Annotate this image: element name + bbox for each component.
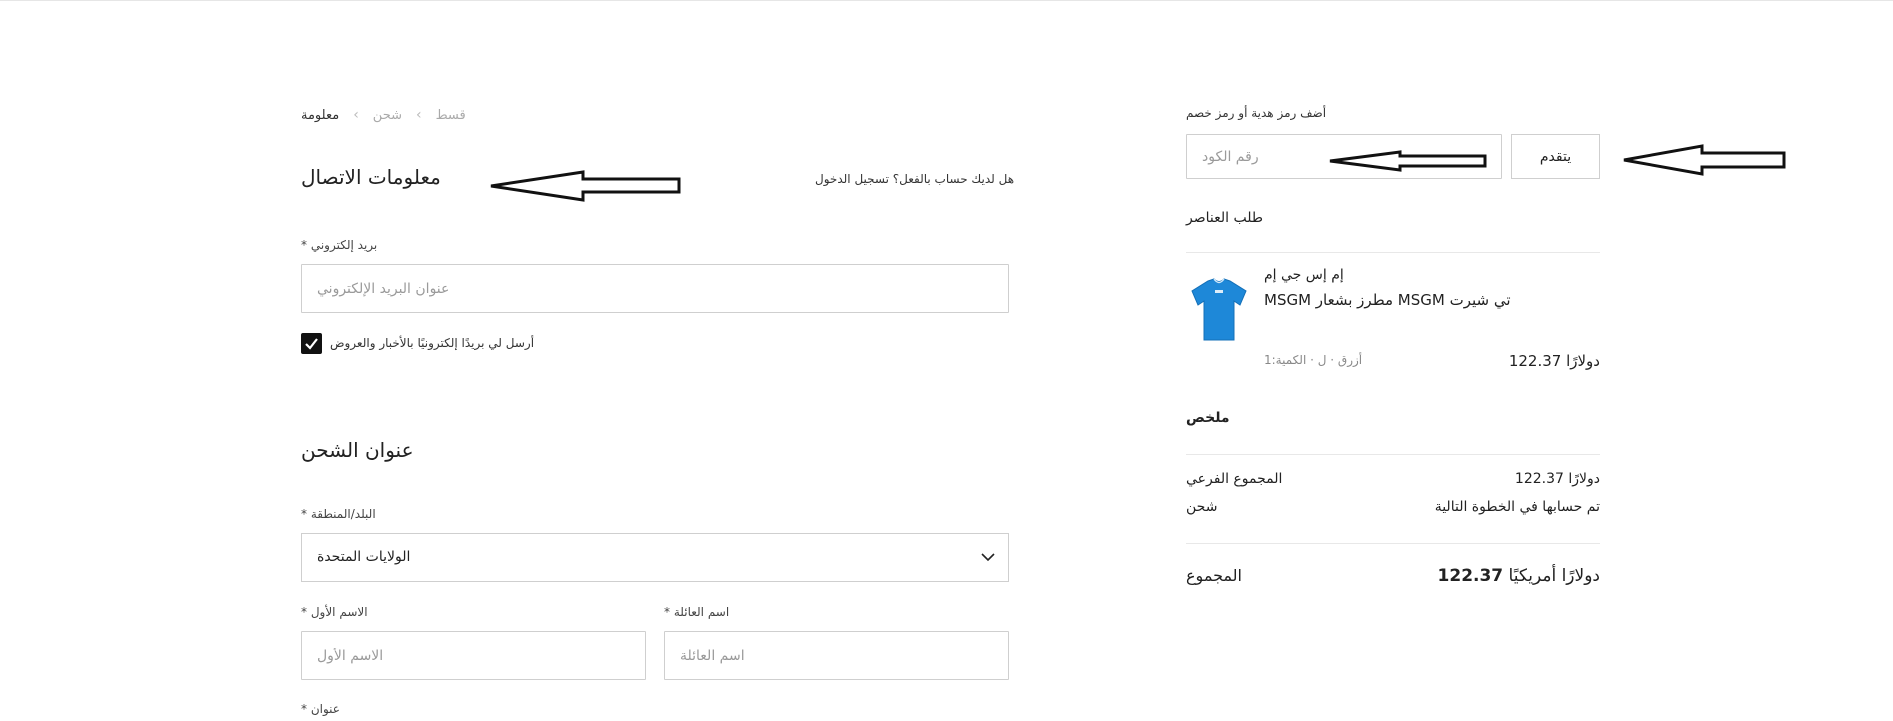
total-currency: دولارًا أمريكيًا — [1508, 566, 1600, 586]
last-name-field[interactable] — [664, 631, 1009, 680]
first-name-input[interactable] — [302, 632, 645, 679]
annotation-arrow-icon — [1329, 150, 1487, 172]
product-name[interactable]: MSGM مطرز بشعار MSGM تي شيرت — [1264, 291, 1511, 309]
shipping-title: عنوان الشحن — [301, 438, 414, 462]
total-amount: 122.37 — [1437, 566, 1504, 586]
contact-title: معلومات الاتصال — [301, 165, 441, 189]
newsletter-label: أرسل لي بريدًا إلكترونيًا بالأخبار والعر… — [330, 336, 535, 350]
first-name-field[interactable] — [301, 631, 646, 680]
first-name-label: * الاسم الأول — [301, 605, 368, 619]
email-field[interactable] — [301, 264, 1009, 313]
login-link[interactable]: هل لديك حساب بالفعل؟ تسجيل الدخول — [815, 172, 1014, 186]
order-items-title: طلب العناصر — [1186, 210, 1263, 226]
country-label: * البلد/المنطقة — [301, 507, 376, 521]
address-label: * عنوان — [301, 702, 340, 716]
country-value: الولايات المتحدة — [317, 549, 411, 565]
check-icon — [305, 338, 318, 350]
top-divider — [0, 0, 1893, 1]
email-input[interactable] — [302, 265, 1008, 312]
breadcrumb-step-information[interactable]: معلومة — [301, 108, 339, 123]
last-name-input[interactable] — [665, 632, 1008, 679]
product-meta: أزرق · ل · الكمية:1 — [1264, 353, 1363, 367]
subtotal-value: دولارًا 122.37 — [1514, 471, 1600, 487]
subtotal-label: المجموع الفرعي — [1186, 471, 1283, 487]
total-value: دولارًا أمريكيًا 122.37 — [1438, 566, 1600, 586]
tshirt-product-image[interactable] — [1190, 278, 1248, 342]
total-label: المجموع — [1186, 566, 1242, 585]
shipping-cost-value: تم حسابها في الخطوة التالية — [1434, 499, 1600, 515]
summary-title: ملخص — [1186, 410, 1230, 426]
divider — [1186, 252, 1600, 253]
product-brand: إم إس جي إم — [1264, 267, 1344, 283]
annotation-arrow-icon — [1623, 144, 1786, 176]
newsletter-checkbox[interactable] — [301, 333, 322, 354]
chevron-left-icon: ‹ — [353, 107, 359, 123]
breadcrumb-step-shipping[interactable]: شحن — [373, 108, 402, 123]
product-price: دولارًا 122.37 — [1508, 352, 1600, 370]
country-select[interactable]: الولايات المتحدة — [301, 533, 1009, 582]
breadcrumb: معلومة ‹ شحن ‹ قسط — [301, 105, 466, 125]
shipping-cost-label: شحن — [1186, 499, 1218, 515]
divider — [1186, 454, 1600, 455]
chevron-down-icon — [981, 553, 995, 562]
annotation-arrow-icon — [490, 170, 681, 202]
apply-code-button[interactable]: يتقدم — [1511, 134, 1600, 179]
last-name-label: * اسم العائلة — [664, 605, 730, 619]
breadcrumb-step-payment[interactable]: قسط — [436, 108, 466, 123]
divider — [1186, 543, 1600, 544]
promo-label: أضف رمز هدية أو رمز خصم — [1186, 106, 1327, 120]
chevron-left-icon: ‹ — [415, 107, 422, 123]
email-label: * بريد إلكتروني — [301, 238, 378, 252]
